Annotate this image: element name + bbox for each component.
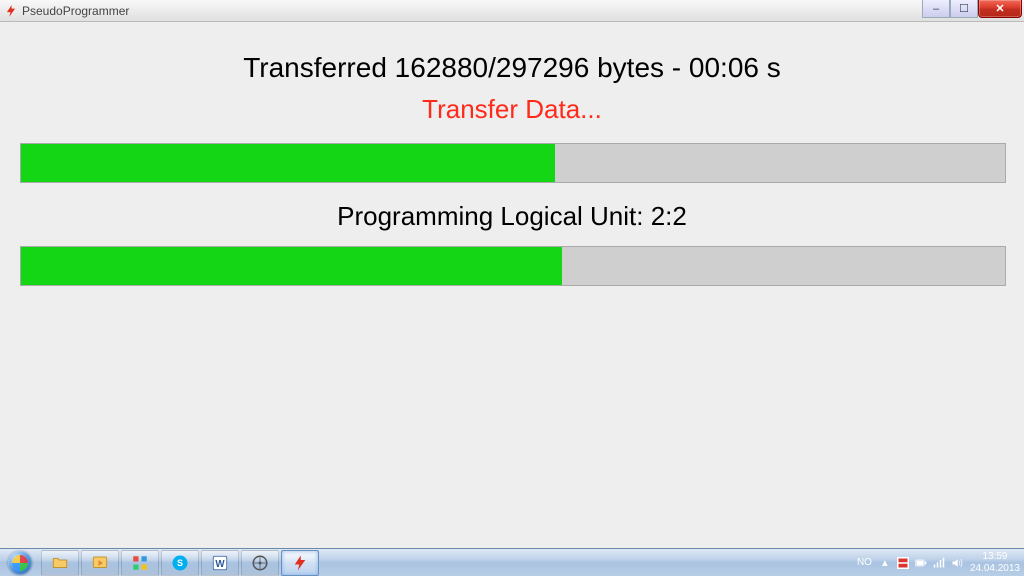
taskbar-item-pseudoprogrammer[interactable] (281, 550, 319, 576)
logical-unit-text: Programming Logical Unit: 2:2 (20, 201, 1004, 232)
client-area: Transferred 162880/297296 bytes - 00:06 … (0, 22, 1024, 548)
taskbar-item-word[interactable]: W (201, 550, 239, 576)
grid-icon (131, 554, 149, 572)
system-tray: NO ▴ 13:59 24.04.2013 (857, 549, 1024, 576)
svg-text:W: W (215, 558, 225, 569)
tray-icons: ▴ (878, 556, 964, 570)
battery-icon[interactable] (914, 556, 928, 570)
play-icon (91, 554, 109, 572)
unit-progress-fill (21, 247, 562, 285)
taskbar-item-skype[interactable]: S (161, 550, 199, 576)
windows-logo-icon (8, 551, 32, 575)
folder-icon (51, 554, 69, 572)
taskbar: S W NO ▴ (0, 548, 1024, 576)
minimize-button[interactable]: – (922, 0, 950, 18)
taskbar-items: S W (40, 549, 320, 576)
window-titlebar: PseudoProgrammer – ☐ ✕ (0, 0, 1024, 22)
language-indicator[interactable]: NO (857, 557, 872, 568)
skype-icon: S (171, 554, 189, 572)
speaker-icon[interactable] (950, 556, 964, 570)
taskbar-item-explorer[interactable] (41, 550, 79, 576)
lightning-icon (4, 4, 18, 18)
svg-text:S: S (177, 558, 183, 568)
taskbar-item-media[interactable] (81, 550, 119, 576)
taskbar-item-compass[interactable] (241, 550, 279, 576)
transfer-status-text: Transfer Data... (20, 94, 1004, 125)
word-icon: W (211, 554, 229, 572)
compass-icon (251, 554, 269, 572)
taskbar-item-panels[interactable] (121, 550, 159, 576)
clock-date: 24.04.2013 (970, 563, 1020, 575)
unit-progress-bar (20, 246, 1006, 286)
flag-icon[interactable] (896, 556, 910, 570)
chevron-up-icon[interactable]: ▴ (878, 556, 892, 570)
transfer-progress-text: Transferred 162880/297296 bytes - 00:06 … (20, 52, 1004, 84)
transfer-progress-bar (20, 143, 1006, 183)
close-button[interactable]: ✕ (978, 0, 1022, 18)
network-icon[interactable] (932, 556, 946, 570)
transfer-progress-fill (21, 144, 555, 182)
clock-time: 13:59 (970, 551, 1020, 563)
maximize-button[interactable]: ☐ (950, 0, 978, 18)
window-controls: – ☐ ✕ (922, 0, 1022, 18)
taskbar-clock[interactable]: 13:59 24.04.2013 (970, 551, 1020, 575)
start-button[interactable] (0, 549, 40, 576)
lightning-icon (291, 554, 309, 572)
window-title: PseudoProgrammer (22, 4, 129, 18)
